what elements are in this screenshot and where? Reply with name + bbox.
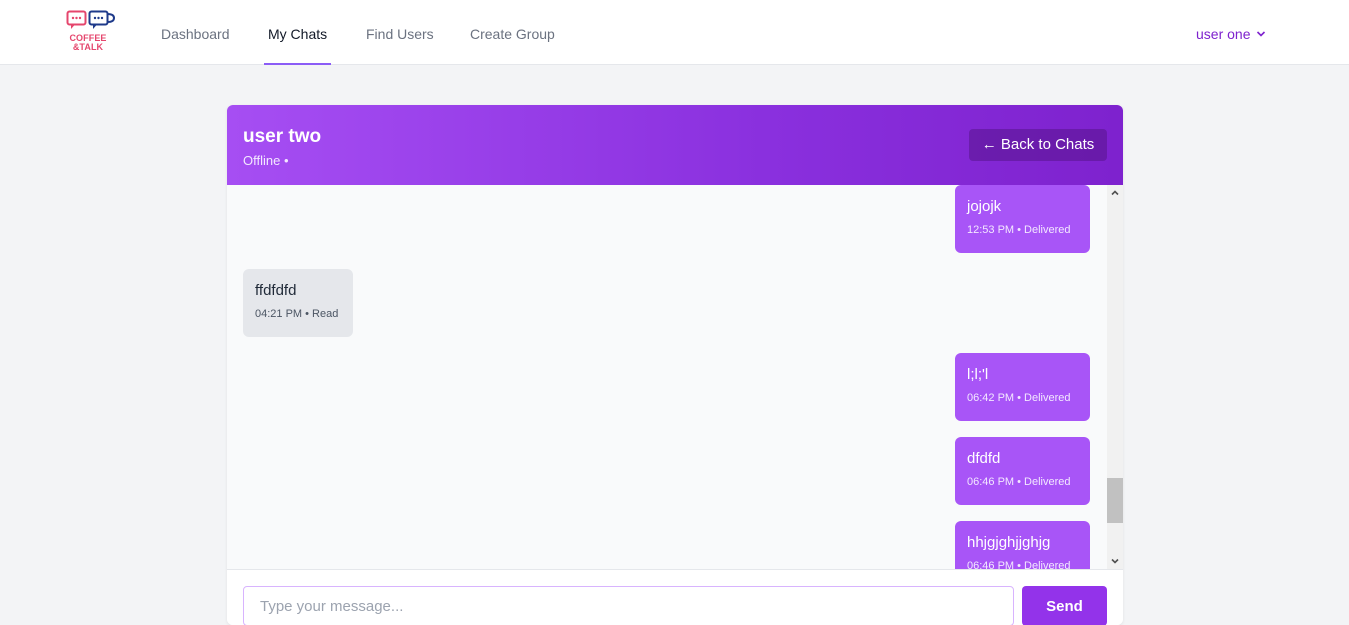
message-bubble-sent: jojojk 12:53 PM • Delivered [955,185,1090,253]
message-text: jojojk [967,198,1002,215]
user-menu-label: user one [1196,26,1251,42]
back-to-chats-button[interactable]: ← Back to Chats [969,129,1107,161]
chat-bubbles-icon [66,10,116,29]
nav-dashboard[interactable]: Dashboard [157,0,234,65]
top-navbar: COFFEE &TALK Dashboard My Chats Find Use… [0,0,1349,65]
chat-header: user two Offline • ← Back to Chats [227,105,1123,185]
chat-window: user two Offline • ← Back to Chats jojoj… [227,105,1123,625]
user-menu[interactable]: user one [1196,24,1266,44]
scroll-down-arrow-icon[interactable] [1110,556,1120,566]
scroll-up-arrow-icon[interactable] [1110,188,1120,198]
nav-create-group[interactable]: Create Group [466,0,559,65]
message-meta: 04:21 PM • Read [255,308,339,320]
message-bubble-sent: hhjgjghjjghjg 06:46 PM • Delivered [955,521,1090,569]
message-list-scrollbar[interactable] [1107,185,1123,569]
message-composer: Send [227,569,1123,625]
send-button[interactable]: Send [1022,586,1107,625]
chat-partner-status: Offline • [243,153,289,168]
message-bubble-sent: l;l;'l 06:42 PM • Delivered [955,353,1090,421]
message-text: hhjgjghjjghjg [967,534,1051,551]
chat-partner-name: user two [243,126,322,147]
message-list[interactable]: jojojk 12:53 PM • Delivered ffdfdfd 04:2… [227,185,1107,569]
chevron-down-icon [1257,31,1266,37]
scrollbar-thumb[interactable] [1107,478,1123,523]
nav-find-users[interactable]: Find Users [362,0,438,65]
message-bubble-received: ffdfdfd 04:21 PM • Read [243,269,353,337]
message-meta: 12:53 PM • Delivered [967,224,1071,236]
message-text: ffdfdfd [255,282,297,299]
nav-my-chats[interactable]: My Chats [264,0,332,65]
message-text: l;l;'l [967,366,989,383]
message-meta: 06:42 PM • Delivered [967,392,1071,404]
message-meta: 06:46 PM • Delivered [967,476,1071,488]
logo-line-2: &TALK [72,42,104,52]
logo-wordmark: COFFEE &TALK [66,34,110,52]
message-input[interactable] [243,586,1014,625]
message-bubble-sent: dfdfd 06:46 PM • Delivered [955,437,1090,505]
coffee-and-talk-logo[interactable]: COFFEE &TALK [66,10,118,56]
message-text: dfdfd [967,450,1001,467]
message-meta: 06:46 PM • Delivered [967,560,1071,569]
